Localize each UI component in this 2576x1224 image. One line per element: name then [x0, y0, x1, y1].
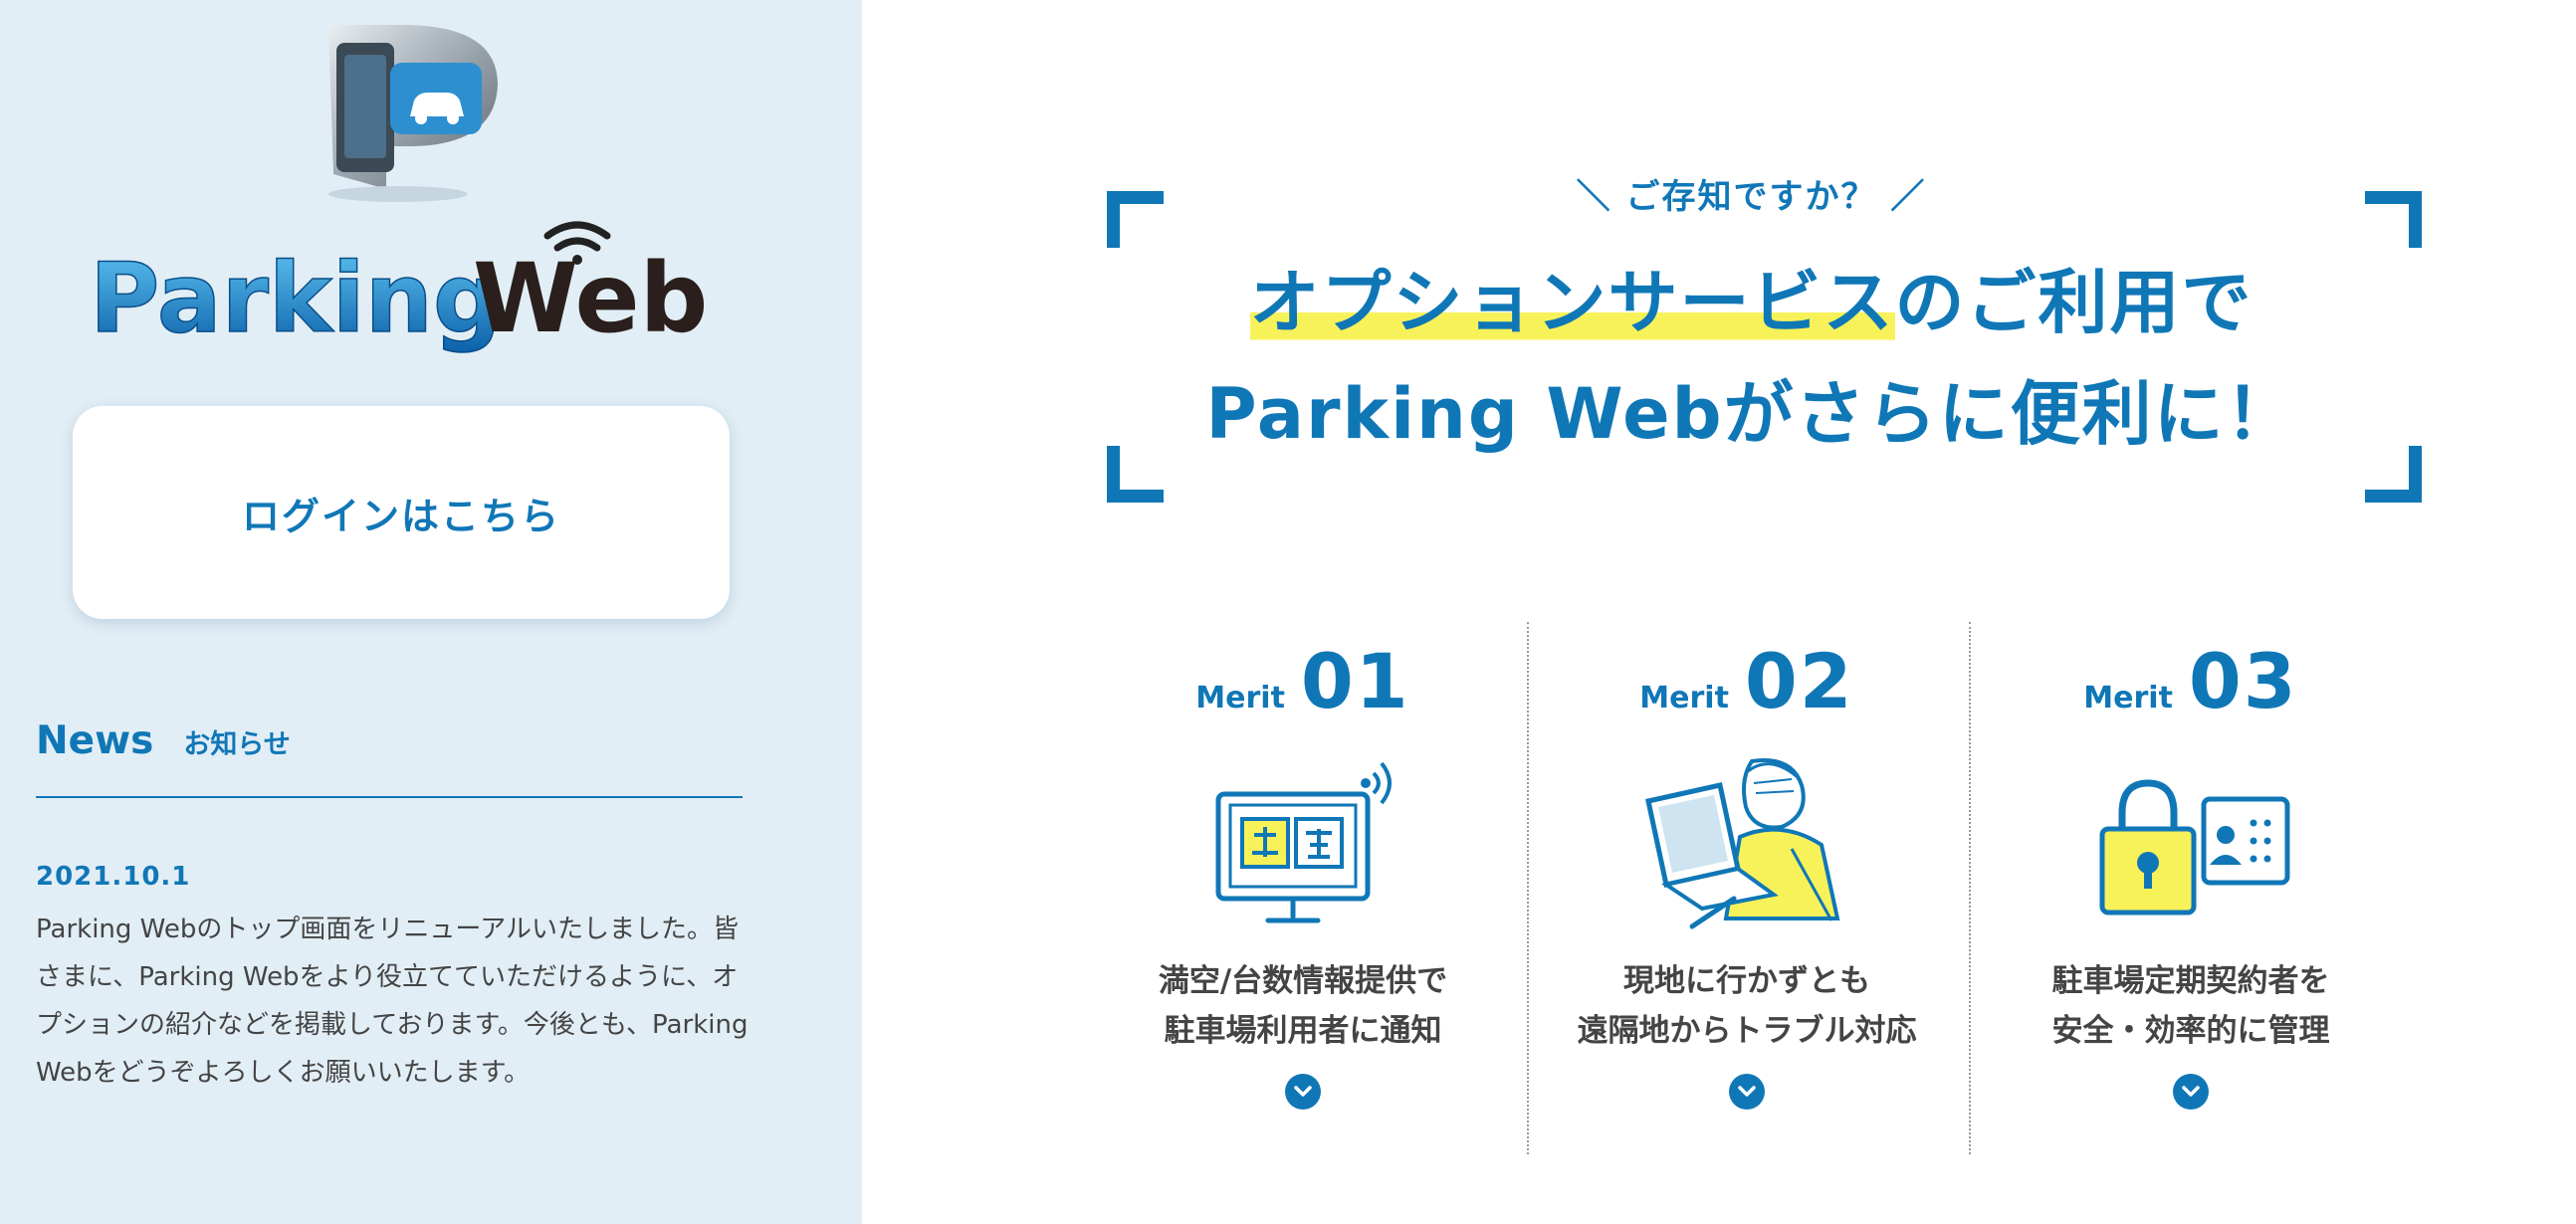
merit-label: Merit 03	[1969, 637, 2413, 725]
headline-line-2: Parking Webがさらに便利に！	[1205, 373, 2297, 455]
news-subtitle: お知らせ	[183, 729, 291, 760]
merit-number: 03	[2188, 637, 2298, 725]
svg-text:Parking: Parking	[90, 243, 502, 353]
merit-word: Merit	[1195, 681, 1285, 715]
merit-01[interactable]: Merit 01 満空/台数情報提供で 駐車場利用者に通知	[1081, 637, 1525, 1110]
news-title: News	[36, 718, 154, 763]
kicker-text: ＼ ご存知ですか？ ／	[1576, 177, 1927, 217]
merit-desc-line-1: 現地に行かずとも	[1623, 963, 1870, 999]
headline-line-1-rest: のご利用で	[1894, 262, 2254, 343]
merit-word: Merit	[1639, 681, 1729, 715]
merit-label: Merit 02	[1525, 637, 1969, 725]
merit-description: 満空/台数情報提供で 駐車場利用者に通知	[1081, 956, 1525, 1056]
chevron-down-icon[interactable]	[1285, 1074, 1321, 1110]
merit-desc-line-1: 満空/台数情報提供で	[1158, 963, 1448, 999]
merit-description: 現地に行かずとも 遠隔地からトラブル対応	[1525, 956, 1969, 1056]
sidebar: Parking Web ログインはこちら News お知らせ 2021.10.1…	[0, 0, 862, 1224]
chevron-down-icon[interactable]	[2173, 1074, 2209, 1110]
news-date: 2021.10.1	[36, 862, 191, 892]
merit-desc-line-2: 安全・効率的に管理	[2051, 1013, 2330, 1049]
merit-number: 01	[1300, 637, 1410, 725]
login-button[interactable]: ログインはこちら	[73, 406, 730, 619]
monitor-vacancy-icon	[1215, 761, 1392, 923]
news-text: Parking Webのトップ画面をリニューアルいたしました。皆さまに、Park…	[36, 915, 749, 1088]
svg-text:Web: Web	[473, 243, 708, 353]
merit-description: 駐車場定期契約者を 安全・効率的に管理	[1969, 956, 2413, 1056]
merit-desc-line-2: 駐車場利用者に通知	[1164, 1013, 1442, 1049]
chevron-down-icon[interactable]	[1729, 1074, 1765, 1110]
merit-number: 02	[1744, 637, 1854, 725]
main-content: ＼ ご存知ですか？ ／ オプションサービスのご利用で Parking Webがさ…	[862, 0, 2576, 1224]
merit-word: Merit	[2083, 681, 2173, 715]
headline-line-1: オプションサービスのご利用で	[862, 247, 2576, 347]
parking-web-logo[interactable]: Parking Web	[80, 15, 727, 353]
merit-desc-line-2: 遠隔地からトラブル対応	[1577, 1013, 1917, 1049]
merit-label: Merit 01	[1081, 637, 1525, 725]
merit-03[interactable]: Merit 03 駐車場定期契約者を 安全・効率的に管理	[1969, 637, 2413, 1110]
news-header: News お知らせ	[36, 718, 291, 763]
laptop-user-icon	[1645, 758, 1840, 929]
merit-02[interactable]: Merit 02 現地に行かずとも 遠隔地からトラブル対応	[1525, 637, 1969, 1110]
headline-highlight: オプションサービス	[1249, 262, 1895, 343]
merit-desc-line-1: 駐車場定期契約者を	[2051, 963, 2330, 999]
lock-idcard-icon	[2099, 779, 2290, 916]
news-divider	[36, 796, 743, 798]
